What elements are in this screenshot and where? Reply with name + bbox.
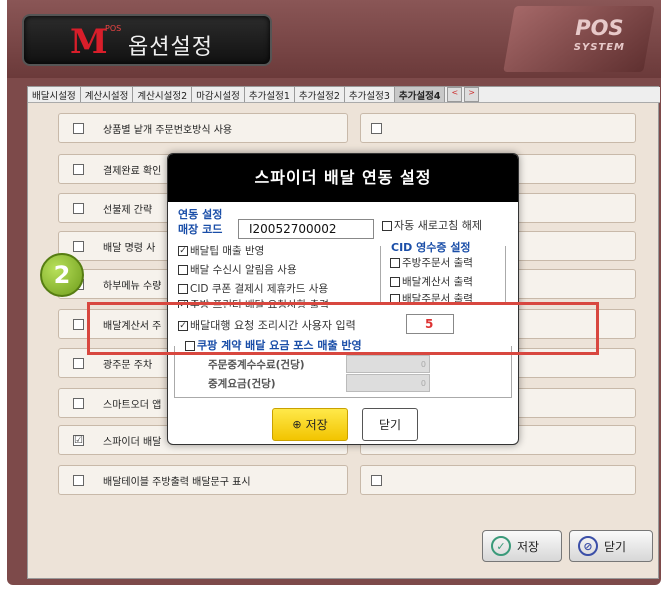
option-row: 배달테이블 주방출력 배달문구 표시 xyxy=(58,465,348,495)
step-badge: 2 xyxy=(40,253,84,297)
fee-input-1[interactable]: 0 xyxy=(346,355,430,373)
group-label: 연동 설정 xyxy=(178,208,223,221)
opt-alarm[interactable]: 배달 수신시 알림음 사용 xyxy=(178,262,297,277)
cid-delivery-order[interactable]: 배달주문서 출력 xyxy=(390,291,473,302)
cid-kitchen-order[interactable]: 주방주문서 출력 xyxy=(390,255,473,270)
save-button[interactable]: ✓ 저장 xyxy=(482,530,562,562)
fee-input-2[interactable]: 0 xyxy=(346,374,430,392)
tab-extra1[interactable]: 추가설정1 xyxy=(245,87,295,102)
checkbox-icon xyxy=(178,284,188,294)
option-checkbox[interactable] xyxy=(73,203,84,214)
checkbox-checked-icon: ✓ xyxy=(178,246,188,256)
tab-closing[interactable]: 마감시설정 xyxy=(192,87,245,102)
dialog-close-button[interactable]: 닫기 xyxy=(362,408,418,441)
option-label: 상품별 낱개 주문번호방식 사용 xyxy=(103,125,233,136)
option-row-right xyxy=(360,113,636,143)
tab-extra3[interactable]: 추가설정3 xyxy=(345,87,395,102)
tab-payment[interactable]: 계산시설정 xyxy=(81,87,134,102)
tab-next-arrow[interactable]: > xyxy=(464,87,479,102)
spider-delivery-dialog: 스파이더 배달 연동 설정 연동 설정 매장 코드 I20052700002 자… xyxy=(167,153,519,445)
auto-refresh-option[interactable]: 자동 새로고침 해제 xyxy=(382,217,482,233)
option-checkbox[interactable] xyxy=(73,319,84,330)
option-checkbox[interactable] xyxy=(73,241,84,252)
pos-system-text: POS SYSTEM xyxy=(573,16,625,53)
option-row: 상품별 낱개 주문번호방식 사용 xyxy=(58,113,348,143)
option-checkbox[interactable] xyxy=(73,475,84,486)
prohibit-icon: ⊘ xyxy=(578,536,598,556)
highlight-box xyxy=(87,302,599,355)
cid-delivery-bill[interactable]: 배달계산서 출력 xyxy=(390,274,473,289)
tab-delivery[interactable]: 배달시설정 xyxy=(28,87,81,102)
m-logo: M xyxy=(70,22,108,62)
option-checkbox[interactable] xyxy=(73,123,84,134)
option-checkbox[interactable] xyxy=(73,164,84,175)
close-button[interactable]: ⊘ 닫기 xyxy=(569,530,653,562)
dialog-save-button[interactable]: ⊕ 저장 xyxy=(272,408,348,441)
tab-prev-arrow[interactable]: < xyxy=(447,87,463,102)
title-panel: M POS 옵션설정 xyxy=(22,14,272,66)
checkbox-icon xyxy=(390,294,400,302)
checkbox-icon xyxy=(390,258,400,268)
dialog-title: 스파이더 배달 연동 설정 xyxy=(168,154,518,202)
checkbox-icon xyxy=(178,265,188,275)
cid-group-label: CID 영수증 설정 xyxy=(389,239,473,255)
checkbox-icon xyxy=(390,277,400,287)
fee-label-2: 중계요금(건당) xyxy=(208,378,276,390)
option-checkbox[interactable] xyxy=(371,475,382,486)
tab-extra4[interactable]: 추가설정4 xyxy=(394,87,446,102)
store-code-label: 매장 코드 xyxy=(178,223,223,236)
window-title: 옵션설정 xyxy=(128,35,213,60)
option-checkbox[interactable] xyxy=(371,123,382,134)
option-checkbox[interactable] xyxy=(73,358,84,369)
opt-cid-coupon[interactable]: CID 쿠폰 결제시 제휴카드 사용 xyxy=(178,281,328,296)
checkbox-icon xyxy=(382,221,392,231)
tab-extra2[interactable]: 추가설정2 xyxy=(295,87,345,102)
option-checkbox-checked[interactable]: ☑ xyxy=(73,435,84,446)
save-icon: ⊕ xyxy=(292,418,302,431)
store-code-input[interactable]: I20052700002 xyxy=(238,219,374,239)
check-circle-icon: ✓ xyxy=(491,536,511,556)
option-label: 배달테이블 주방출력 배달문구 표시 xyxy=(103,477,251,488)
option-checkbox[interactable] xyxy=(73,398,84,409)
m-logo-pos: POS xyxy=(105,24,122,33)
option-row-right xyxy=(360,465,636,495)
window-header: M POS 옵션설정 POS SYSTEM xyxy=(7,0,661,78)
tab-bar: 배달시설정 계산시설정 계산시설정2 마감시설정 추가설정1 추가설정2 추가설… xyxy=(28,87,660,103)
fee-label-1: 주문중계수수료(건당) xyxy=(208,359,305,371)
tab-payment2[interactable]: 계산시설정2 xyxy=(133,87,193,102)
opt-delivery-tip[interactable]: ✓ 배달팁 매출 반영 xyxy=(178,243,264,258)
